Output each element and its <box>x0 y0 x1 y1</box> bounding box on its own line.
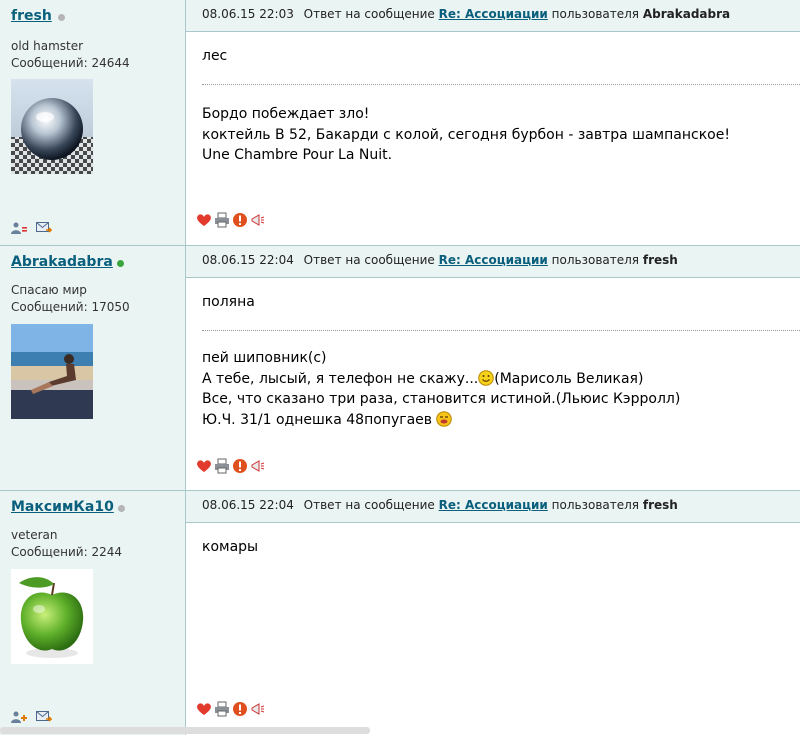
author-username[interactable]: МаксимКа10 <box>11 499 114 515</box>
signature: пей шиповник(с) А тебе, лысый, я телефон… <box>202 348 680 430</box>
private-message-icon[interactable] <box>36 711 52 723</box>
smiley-tongue-icon <box>436 410 453 427</box>
megaphone-icon[interactable] <box>250 212 266 228</box>
reply-username: fresh <box>642 498 678 512</box>
signature-line: коктейль В 52, Бакарди с колой, сегодня … <box>202 126 730 143</box>
warning-icon[interactable] <box>232 458 248 474</box>
megaphone-icon[interactable] <box>250 701 266 717</box>
post-actions <box>196 212 266 228</box>
post-text: поляна <box>202 294 255 310</box>
warning-icon[interactable] <box>232 701 248 717</box>
post-header: 08.06.15 22:03 Ответ на сообщение Re: Ас… <box>186 0 800 32</box>
signature-text: (Марисоль Великая) <box>494 370 644 387</box>
post-body: поляна пей шиповник(с) А тебе, лысый, я … <box>186 278 800 491</box>
print-icon[interactable] <box>214 212 230 228</box>
reply-prefix: Ответ на сообщение <box>303 253 435 267</box>
forum-post: МаксимКа10 veteran Сообщений: 2244 08.06… <box>0 490 800 735</box>
author-username[interactable]: Abrakadabra <box>11 254 113 270</box>
reply-topic-link[interactable]: Re: Ассоциации <box>439 253 548 267</box>
reply-suffix: пользователя <box>551 498 640 512</box>
post-text: комары <box>202 539 259 555</box>
signature-line: А тебе, лысый, я телефон не скажу... (Мар… <box>202 369 680 390</box>
post-timestamp: 08.06.15 22:03 <box>202 7 294 21</box>
avatar <box>11 569 93 664</box>
signature-line: пей шиповник(с) <box>202 350 327 366</box>
megaphone-icon[interactable] <box>250 458 266 474</box>
avatar <box>11 79 93 174</box>
offline-status-icon <box>118 505 125 512</box>
offline-status-icon <box>58 14 65 21</box>
print-icon[interactable] <box>214 458 230 474</box>
reply-suffix: пользователя <box>551 253 640 267</box>
forum-post: fresh old hamster Сообщений: 24644 08.06… <box>0 0 800 245</box>
signature-divider <box>202 330 800 331</box>
print-icon[interactable] <box>214 701 230 717</box>
heart-icon[interactable] <box>196 701 212 717</box>
post-body: лес Бордо побеждает зло! коктейль В 52, … <box>186 32 800 245</box>
author-panel: Abrakadabra Спасаю мир Сообщений: 17050 <box>0 246 186 491</box>
author-rank: old hamster <box>11 39 84 53</box>
signature-line: Бордо побеждает зло! <box>202 106 370 122</box>
author-actions <box>11 711 52 723</box>
signature-line: Une Chambre Pour La Nuit. <box>202 147 393 163</box>
author-message-count: Сообщений: 17050 <box>11 300 130 314</box>
signature: Бордо побеждает зло! коктейль В 52, Бака… <box>202 104 730 166</box>
warning-icon[interactable] <box>232 212 248 228</box>
heart-icon[interactable] <box>196 458 212 474</box>
reply-topic-link[interactable]: Re: Ассоциации <box>439 7 548 21</box>
author-rank: Спасаю мир <box>11 283 87 297</box>
author-message-count: Сообщений: 24644 <box>11 56 130 70</box>
post-body: комары <box>186 523 800 735</box>
private-message-icon[interactable] <box>36 222 52 234</box>
post-header: 08.06.15 22:04 Ответ на сообщение Re: Ас… <box>186 491 800 523</box>
author-actions <box>11 222 52 234</box>
post-timestamp: 08.06.15 22:04 <box>202 498 294 512</box>
author-message-count: Сообщений: 2244 <box>11 545 122 559</box>
avatar <box>11 324 93 419</box>
add-friend-icon[interactable] <box>11 711 27 723</box>
reply-prefix: Ответ на сообщение <box>303 498 435 512</box>
reply-username: Abrakadabra <box>642 7 731 21</box>
forum-post: Abrakadabra Спасаю мир Сообщений: 17050 … <box>0 245 800 491</box>
signature-text: Ю.Ч. 31/1 однешка 48попугаев <box>202 411 433 428</box>
reply-prefix: Ответ на сообщение <box>303 7 435 21</box>
post-text: лес <box>202 48 228 64</box>
horizontal-scrollbar[interactable] <box>0 727 370 734</box>
signature-line: Ю.Ч. 31/1 однешка 48попугаев <box>202 410 680 431</box>
post-actions <box>196 701 266 717</box>
post-actions <box>196 458 266 474</box>
author-username[interactable]: fresh <box>11 8 52 24</box>
post-header: 08.06.15 22:04 Ответ на сообщение Re: Ас… <box>186 246 800 278</box>
reply-username: fresh <box>642 253 678 267</box>
author-rank: veteran <box>11 528 58 542</box>
reply-topic-link[interactable]: Re: Ассоциации <box>439 498 548 512</box>
author-panel: fresh old hamster Сообщений: 24644 <box>0 0 186 245</box>
author-panel: МаксимКа10 veteran Сообщений: 2244 <box>0 491 186 735</box>
profile-icon[interactable] <box>11 222 27 234</box>
signature-text: А тебе, лысый, я телефон не скажу... <box>202 370 479 387</box>
signature-divider <box>202 84 800 85</box>
reply-suffix: пользователя <box>551 7 640 21</box>
heart-icon[interactable] <box>196 212 212 228</box>
online-status-icon <box>117 260 124 267</box>
signature-line: Все, что сказано три раза, становится ис… <box>202 391 681 407</box>
post-timestamp: 08.06.15 22:04 <box>202 253 294 267</box>
smiley-icon <box>478 369 495 386</box>
